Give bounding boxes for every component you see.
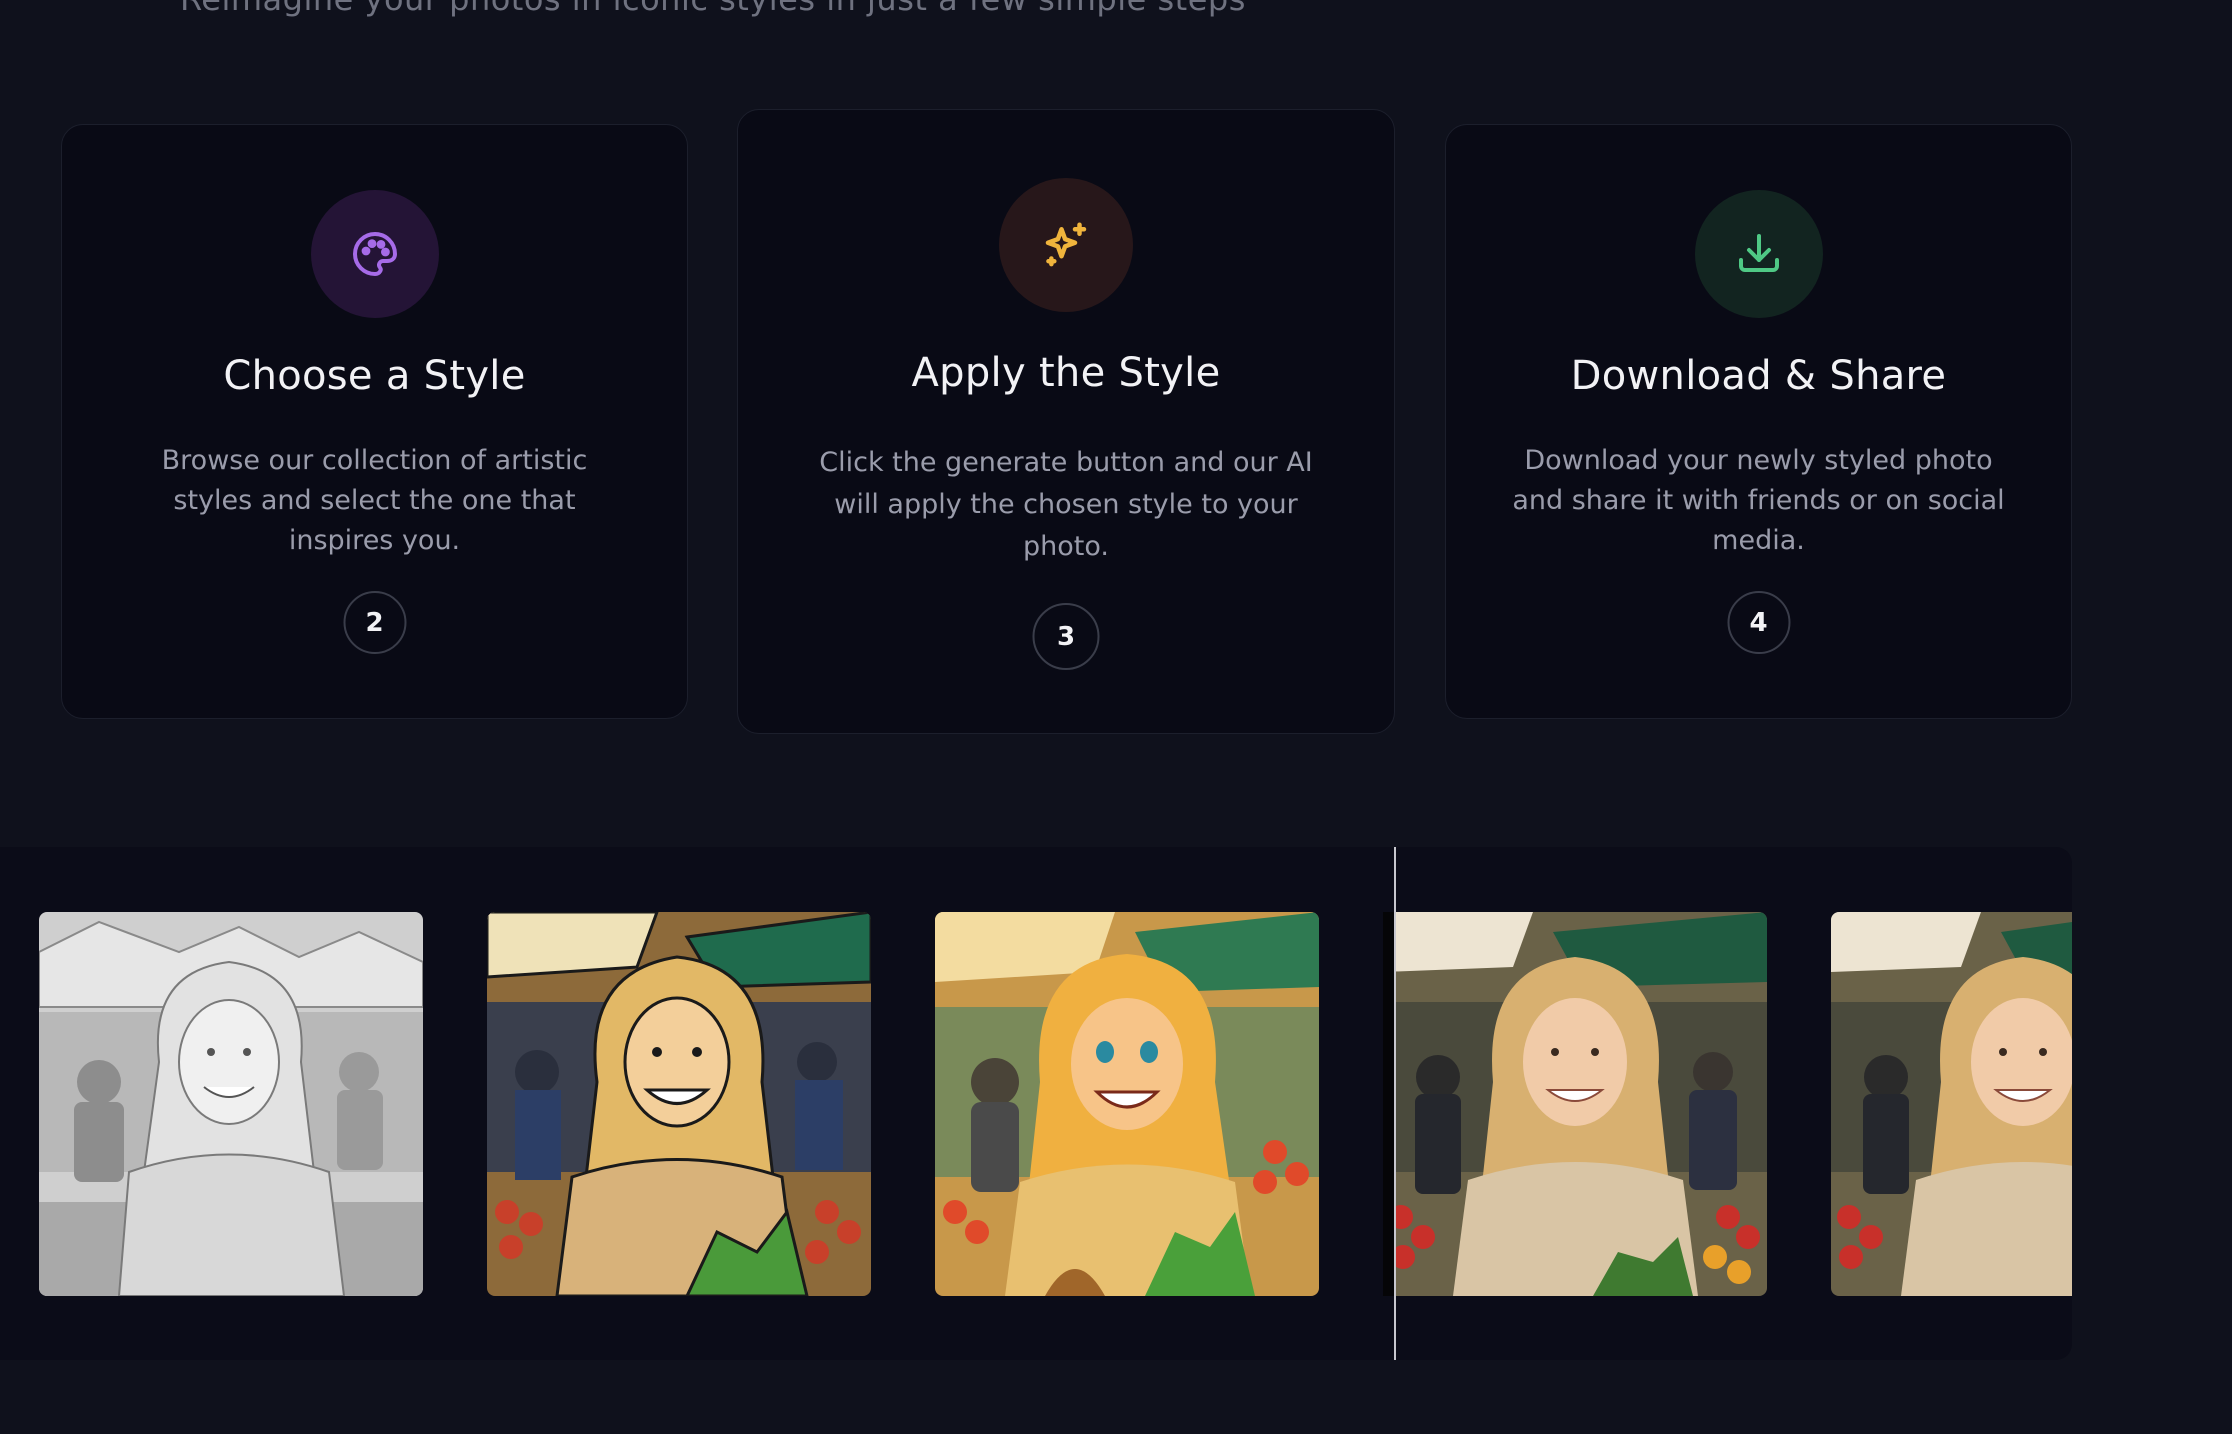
gallery-image-original-photo[interactable] — [1831, 912, 2072, 1296]
download-icon — [1694, 190, 1823, 318]
step-number-badge: 4 — [1727, 591, 1790, 654]
gallery-image-ink-illustration[interactable] — [487, 912, 871, 1296]
step-card-choose-style: Choose a Style Browse our collection of … — [61, 124, 688, 719]
comparison-slider-handle[interactable] — [1394, 847, 1396, 1360]
step-title: Choose a Style — [223, 353, 526, 399]
step-card-download-share: Download & Share Download your newly sty… — [1445, 124, 2072, 719]
step-card-apply-style: Apply the Style Click the generate butto… — [737, 109, 1395, 734]
sparkles-icon — [999, 178, 1133, 312]
gallery-image-original-photo[interactable] — [1383, 912, 1767, 1296]
palette-icon — [310, 190, 439, 318]
step-number-badge: 2 — [343, 591, 406, 654]
comparison-shade — [1383, 912, 1394, 1296]
step-description: Browse our collection of artistic styles… — [161, 445, 588, 556]
step-description: Click the generate button and our AI wil… — [819, 447, 1313, 562]
style-gallery-carousel[interactable] — [0, 847, 2072, 1360]
step-number-badge: 3 — [1032, 603, 1100, 670]
gallery-image-pencil-sketch[interactable] — [39, 912, 423, 1296]
step-title: Download & Share — [1570, 353, 1947, 399]
section-subtitle: Reimagine your photos in iconic styles i… — [180, 0, 1246, 18]
gallery-image-animated-cartoon[interactable] — [935, 912, 1319, 1296]
step-title: Apply the Style — [911, 350, 1221, 396]
step-description: Download your newly styled photo and sha… — [1512, 445, 2005, 556]
